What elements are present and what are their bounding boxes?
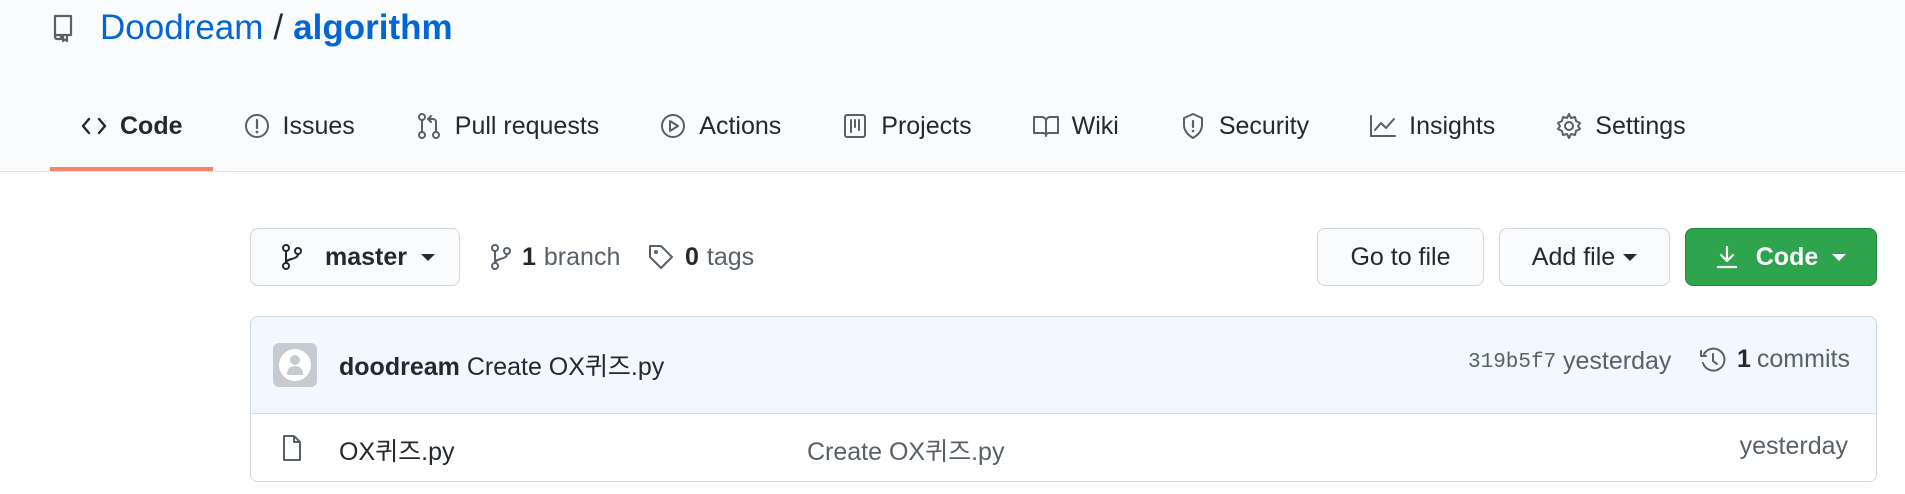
tab-label: Projects: [881, 112, 972, 140]
branch-icon: [490, 243, 512, 271]
tag-icon: [647, 243, 675, 271]
branch-count-link[interactable]: 1 branch: [490, 232, 620, 282]
avatar[interactable]: [273, 343, 317, 387]
file-age: yesterday: [1739, 432, 1848, 460]
tag-count: 0: [685, 242, 699, 271]
chevron-down-icon: [1623, 253, 1638, 261]
book-icon: [1032, 112, 1060, 140]
chevron-down-icon: [1832, 253, 1847, 261]
branch-select-button[interactable]: master: [250, 228, 460, 286]
commit-message-link[interactable]: Create OX퀴즈.py: [467, 353, 664, 381]
tab-label: Settings: [1595, 112, 1686, 140]
commit-history-link[interactable]: 1 commits: [1699, 345, 1850, 374]
tab-insights[interactable]: Insights: [1339, 104, 1525, 163]
repo-title: Doodream / algorithm: [52, 6, 453, 50]
tags-count-link[interactable]: 0 tags: [647, 232, 754, 282]
issue-icon: [243, 112, 271, 140]
file-icon: [281, 434, 303, 462]
branch-count: 1: [522, 242, 536, 271]
code-download-button[interactable]: Code: [1685, 228, 1877, 286]
tab-actions[interactable]: Actions: [629, 104, 811, 163]
tab-settings[interactable]: Settings: [1525, 104, 1715, 163]
tab-label: Actions: [699, 112, 782, 140]
code-icon: [80, 112, 108, 140]
commit-time: yesterday: [1563, 347, 1672, 375]
latest-commit: doodream Create OX퀴즈.py 319b5f7 yesterda…: [251, 317, 1876, 414]
tab-wiki[interactable]: Wiki: [1002, 104, 1149, 163]
branch-label: branch: [543, 242, 621, 271]
go-to-file-button[interactable]: Go to file: [1317, 228, 1484, 286]
tab-pull-requests[interactable]: Pull requests: [385, 104, 630, 163]
play-icon: [659, 112, 687, 140]
project-icon: [841, 112, 869, 140]
file-listing: doodream Create OX퀴즈.py 319b5f7 yesterda…: [250, 316, 1877, 482]
commit-author-link[interactable]: doodream: [339, 353, 460, 381]
tab-code[interactable]: Code: [50, 104, 213, 171]
code-button-label: Code: [1755, 242, 1819, 271]
file-commit-message-link[interactable]: Create OX퀴즈.py: [807, 432, 1004, 468]
tab-security[interactable]: Security: [1149, 104, 1339, 163]
chevron-down-icon: [421, 253, 435, 261]
branch-icon: [281, 243, 303, 271]
add-file-label: Add file: [1531, 242, 1616, 271]
repo-header: Doodream / algorithm Code Issues Pull re…: [0, 0, 1905, 172]
branch-name: master: [325, 242, 407, 271]
repo-separator: /: [273, 8, 284, 47]
tab-label: Insights: [1409, 112, 1496, 140]
commit-count-label: commits: [1756, 345, 1850, 373]
list-item: OX퀴즈.py Create OX퀴즈.py yesterday: [251, 414, 1876, 481]
tab-label: Wiki: [1071, 112, 1119, 140]
commit-count: 1: [1737, 345, 1751, 373]
history-icon: [1699, 346, 1727, 374]
repo-tabs: Code Issues Pull requests Actions Projec…: [50, 104, 1716, 171]
repo-icon: [52, 14, 78, 42]
file-name-link[interactable]: OX퀴즈.py: [339, 432, 454, 468]
pull-request-icon: [415, 112, 443, 140]
tab-label: Code: [120, 112, 183, 140]
commit-sha-link[interactable]: 319b5f7: [1468, 351, 1556, 374]
repo-name-link[interactable]: algorithm: [293, 8, 452, 48]
gear-icon: [1555, 112, 1583, 140]
add-file-button[interactable]: Add file: [1499, 228, 1670, 286]
commit-title: doodream Create OX퀴즈.py: [339, 347, 664, 383]
tab-projects[interactable]: Projects: [811, 104, 1001, 163]
download-icon: [1716, 245, 1738, 269]
shield-icon: [1179, 112, 1207, 140]
tab-label: Pull requests: [454, 112, 600, 140]
tag-label: tags: [706, 242, 755, 271]
tab-label: Security: [1218, 112, 1310, 140]
graph-icon: [1369, 112, 1397, 140]
repo-owner-link[interactable]: Doodream: [100, 8, 263, 48]
tab-issues[interactable]: Issues: [213, 104, 385, 163]
tab-label: Issues: [282, 112, 355, 140]
go-to-file-label: Go to file: [1350, 242, 1451, 271]
